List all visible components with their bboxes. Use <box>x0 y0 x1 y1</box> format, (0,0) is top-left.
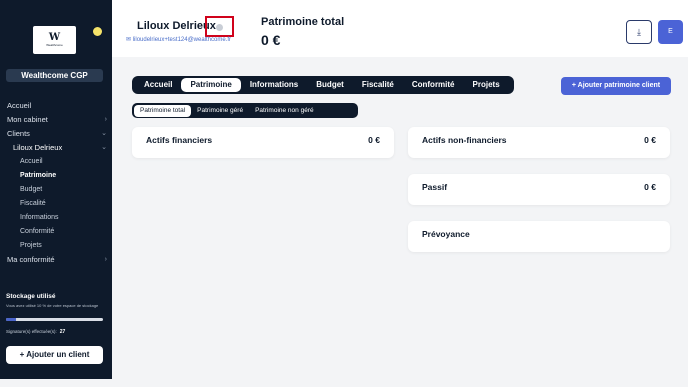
sidebar-item-label: Patrimoine <box>20 172 57 179</box>
sidebar-item-label: Accueil <box>7 101 32 110</box>
card-actifs-financiers[interactable]: Actifs financiers 0 € <box>132 127 394 158</box>
tab-budget[interactable]: Budget <box>307 78 353 92</box>
subtab-patrimoine-gere[interactable]: Patrimoine géré <box>191 105 249 117</box>
patrimoine-subtabs: Patrimoine total Patrimoine géré Patrimo… <box>132 103 358 118</box>
tab-fiscalite[interactable]: Fiscalité <box>353 78 403 92</box>
sidebar-item-label: Informations <box>20 214 59 221</box>
add-patrimoine-button[interactable]: + Ajouter patrimoine client <box>561 77 671 95</box>
client-header: Liloux Delrieux ✉ liloudelrieux+test124@… <box>112 0 688 57</box>
card-title: Actifs financiers <box>146 135 213 145</box>
sidebar-item-clients[interactable]: Clients ⌄ <box>0 127 112 141</box>
sidebar-item-mon-cabinet[interactable]: Mon cabinet › <box>0 113 112 127</box>
sidebar-item-label: Ma conformité <box>7 255 55 264</box>
chevron-right-icon: › <box>104 256 107 263</box>
tab-informations[interactable]: Informations <box>241 78 307 92</box>
sidebar-subitem-fiscalite[interactable]: Fiscalité <box>0 197 112 211</box>
sidebar-item-label: Clients <box>7 129 30 138</box>
chevron-down-icon: ⌄ <box>101 130 107 137</box>
sidebar-item-label: Liloux Delrieux <box>13 143 63 152</box>
company-logo[interactable]: W Wealthcome <box>33 26 76 54</box>
client-email[interactable]: ✉ liloudelrieux+test124@wealthcome.fr <box>126 36 231 43</box>
chevron-down-icon: ⌄ <box>101 144 107 151</box>
card-title: Prévoyance <box>422 229 470 239</box>
signatures-count-row: Signature(s) effectuée(s): 27 <box>6 329 65 335</box>
email-icon: ✉ <box>126 37 133 43</box>
card-prevoyance[interactable]: Prévoyance <box>408 221 670 252</box>
subtab-patrimoine-total[interactable]: Patrimoine total <box>134 104 192 117</box>
sidebar-subitem-projets[interactable]: Projets <box>0 239 112 253</box>
status-indicator-icon <box>93 27 102 36</box>
download-button[interactable]: ⤓ <box>626 20 652 44</box>
firm-name-button[interactable]: Wealthcome CGP <box>6 69 103 82</box>
chevron-right-icon: › <box>104 116 107 123</box>
logo-text: Wealthcome <box>46 43 63 47</box>
tab-projets[interactable]: Projets <box>464 78 509 92</box>
sidebar-item-ma-conformite[interactable]: Ma conformité › <box>0 253 112 267</box>
client-email-text: liloudelrieux+test124@wealthcome.fr <box>132 37 232 43</box>
download-icon: ⤓ <box>637 27 641 37</box>
sidebar-item-label: Fiscalité <box>20 200 46 207</box>
highlight-box <box>205 16 234 37</box>
sidebar-subitem-budget[interactable]: Budget <box>0 183 112 197</box>
sidebar-subitem-informations[interactable]: Informations <box>0 211 112 225</box>
user-avatar-button[interactable]: E <box>658 20 683 44</box>
signatures-label: Signature(s) effectuée(s): <box>6 329 57 334</box>
main-tabs: Accueil Patrimoine Informations Budget F… <box>132 76 514 94</box>
tab-accueil[interactable]: Accueil <box>135 78 181 92</box>
add-client-button[interactable]: + Ajouter un client <box>6 346 103 364</box>
sidebar: W Wealthcome Wealthcome CGP Accueil Mon … <box>0 0 112 379</box>
card-value: 0 € <box>644 135 656 145</box>
sidebar-item-label: Budget <box>20 186 43 193</box>
storage-progress-fill <box>6 318 16 321</box>
card-value: 0 € <box>644 182 656 192</box>
card-title: Passif <box>422 182 448 192</box>
card-passif[interactable]: Passif 0 € <box>408 174 670 205</box>
sidebar-item-client[interactable]: Liloux Delrieux ⌄ <box>0 141 112 155</box>
sidebar-item-label: Accueil <box>20 158 43 165</box>
storage-progress-bar <box>6 318 103 321</box>
logo-mark: W <box>48 32 61 43</box>
sidebar-item-accueil[interactable]: Accueil <box>0 99 112 113</box>
card-actifs-non-financiers[interactable]: Actifs non-financiers 0 € <box>408 127 670 158</box>
card-title: Actifs non-financiers <box>422 135 507 145</box>
sidebar-subitem-conformite[interactable]: Conformité <box>0 225 112 239</box>
signatures-count: 27 <box>59 329 66 335</box>
patrimoine-total-label: Patrimoine total <box>261 16 345 28</box>
storage-title: Stockage utilisé <box>6 293 56 300</box>
sidebar-nav: Accueil Mon cabinet › Clients ⌄ Liloux Del… <box>0 99 112 267</box>
sidebar-subitem-accueil[interactable]: Accueil <box>0 155 112 169</box>
sidebar-subitem-patrimoine[interactable]: Patrimoine <box>0 169 112 183</box>
sidebar-item-label: Projets <box>20 242 42 249</box>
subtab-patrimoine-non-gere[interactable]: Patrimoine non géré <box>249 105 320 117</box>
sidebar-item-label: Mon cabinet <box>7 115 48 124</box>
tab-patrimoine[interactable]: Patrimoine <box>181 78 241 92</box>
card-value: 0 € <box>368 135 380 145</box>
patrimoine-total-value: 0 € <box>261 32 281 48</box>
storage-description: Vous avez utilisé 10 % de votre espace d… <box>6 303 99 308</box>
tab-conformite[interactable]: Conformité <box>403 78 464 92</box>
sidebar-item-label: Conformité <box>20 228 55 235</box>
